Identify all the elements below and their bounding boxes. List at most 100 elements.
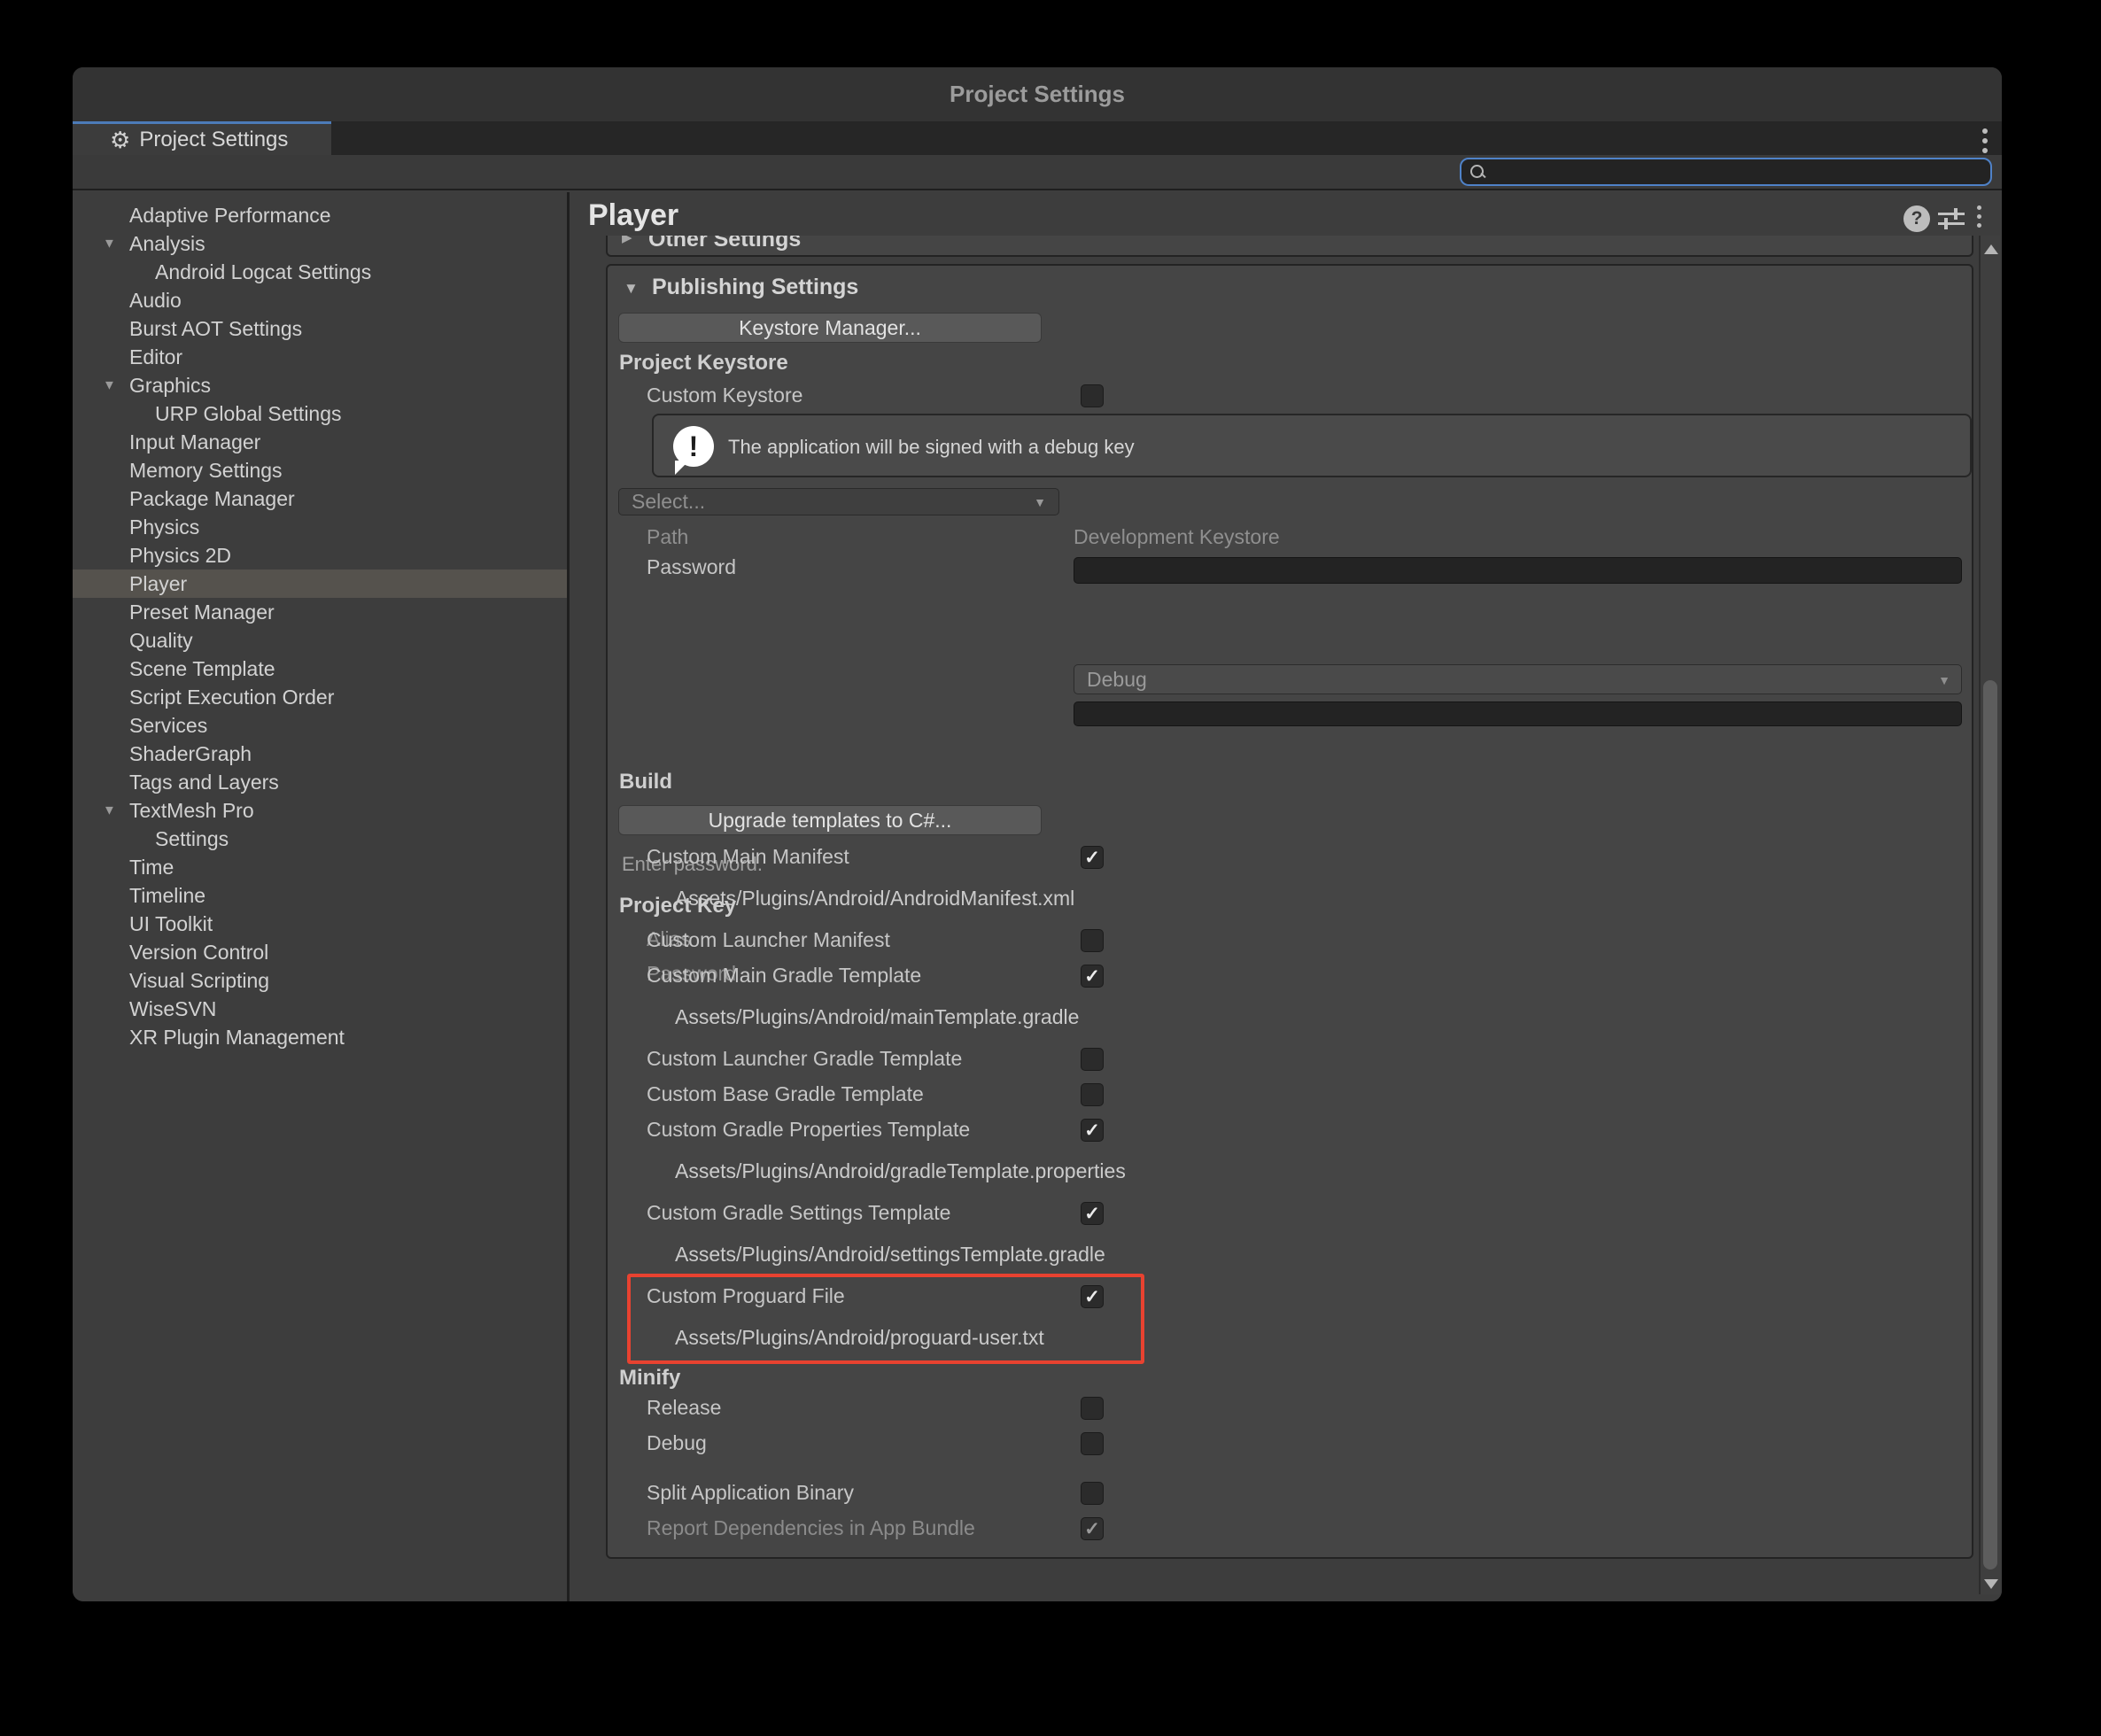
sidebar-item-version-control[interactable]: Version Control xyxy=(73,938,567,966)
keystore-select-dropdown[interactable]: Select... ▼ xyxy=(618,488,1059,515)
sidebar-item-scene-template[interactable]: Scene Template xyxy=(73,655,567,683)
vertical-scrollbar[interactable] xyxy=(1979,236,2000,1594)
help-icon[interactable]: ? xyxy=(1903,205,1930,232)
chevron-down-icon: ▼ xyxy=(1938,673,1950,687)
asset-path-row: Assets/Plugins/Android/proguard-user.txt xyxy=(608,1321,1970,1356)
sidebar-item-label: XR Plugin Management xyxy=(129,1026,345,1050)
setting-label: Custom Base Gradle Template xyxy=(647,1082,924,1106)
sidebar-item-physics-2d[interactable]: Physics 2D xyxy=(73,541,567,570)
custom-keystore-checkbox[interactable] xyxy=(1081,384,1104,407)
sidebar-item-label: UI Toolkit xyxy=(129,912,213,936)
setting-label: Custom Gradle Settings Template xyxy=(647,1201,950,1225)
kebab-menu-icon[interactable] xyxy=(1977,205,1981,228)
foldout-open-icon[interactable]: ▼ xyxy=(103,803,116,818)
checkbox-split-application-binary[interactable] xyxy=(1081,1482,1104,1505)
section-header: Other Settings xyxy=(648,236,801,252)
other-settings-section[interactable]: ▶ Other Settings xyxy=(606,236,1973,257)
alias-dropdown[interactable]: Debug ▼ xyxy=(1074,664,1962,694)
sidebar-item-services[interactable]: Services xyxy=(73,711,567,740)
checkbox-custom-gradle-properties-template[interactable] xyxy=(1081,1119,1104,1142)
scrollbar-thumb[interactable] xyxy=(1983,680,1997,1569)
window-titlebar[interactable]: Project Settings xyxy=(73,67,2002,121)
foldout-closed-icon[interactable]: ▶ xyxy=(622,236,632,245)
sidebar-item-ui-toolkit[interactable]: UI Toolkit xyxy=(73,910,567,938)
build-header: Build xyxy=(619,770,672,794)
tab-project-settings[interactable]: ⚙ Project Settings xyxy=(73,121,331,155)
tab-label: Project Settings xyxy=(139,128,288,152)
asset-path: Assets/Plugins/Android/mainTemplate.grad… xyxy=(675,1005,1079,1029)
sidebar-item-input-manager[interactable]: Input Manager xyxy=(73,428,567,456)
checkbox-custom-main-gradle-template[interactable] xyxy=(1081,965,1104,988)
setting-label: Report Dependencies in App Bundle xyxy=(647,1516,975,1540)
foldout-open-icon[interactable]: ▼ xyxy=(103,236,116,252)
search-icon xyxy=(1470,165,1485,179)
upgrade-templates-button[interactable]: Upgrade templates to C#... xyxy=(618,805,1042,835)
sidebar-item-memory-settings[interactable]: Memory Settings xyxy=(73,456,567,484)
sidebar-item-burst-aot-settings[interactable]: Burst AOT Settings xyxy=(73,314,567,343)
setting-label: Custom Main Manifest xyxy=(647,845,849,869)
sidebar-item-label: Physics 2D xyxy=(129,544,231,568)
path-label: Path xyxy=(647,525,688,549)
sidebar-item-urp-global-settings[interactable]: URP Global Settings xyxy=(73,399,567,428)
sidebar-item-label: Physics xyxy=(129,515,199,539)
asset-path: Assets/Plugins/Android/proguard-user.txt xyxy=(675,1326,1044,1350)
checkbox-report-dependencies-in-app-bundle xyxy=(1081,1517,1104,1540)
sidebar-item-timeline[interactable]: Timeline xyxy=(73,881,567,910)
key-password-field[interactable] xyxy=(1074,701,1962,726)
setting-label: Split Application Binary xyxy=(647,1481,854,1505)
sidebar-item-label: Analysis xyxy=(129,232,205,256)
sidebar-item-label: Editor xyxy=(129,345,182,369)
checkbox-debug[interactable] xyxy=(1081,1432,1104,1455)
sidebar-item-label: Adaptive Performance xyxy=(129,204,331,228)
sidebar-item-tags-and-layers[interactable]: Tags and Layers xyxy=(73,768,567,796)
checkbox-custom-gradle-settings-template[interactable] xyxy=(1081,1202,1104,1225)
sidebar-item-wisesvn[interactable]: WiseSVN xyxy=(73,995,567,1023)
sidebar-item-label: Services xyxy=(129,714,207,738)
sidebar-item-preset-manager[interactable]: Preset Manager xyxy=(73,598,567,626)
checkbox-custom-launcher-gradle-template[interactable] xyxy=(1081,1048,1104,1071)
checkbox-custom-launcher-manifest[interactable] xyxy=(1081,929,1104,952)
checkbox-custom-main-manifest[interactable] xyxy=(1081,846,1104,869)
preset-sliders-icon[interactable] xyxy=(1938,205,1965,232)
search-input[interactable] xyxy=(1492,159,1983,184)
sidebar-list: Adaptive Performance ▼ AnalysisAndroid Log… xyxy=(73,201,567,1051)
sidebar-item-editor[interactable]: Editor xyxy=(73,343,567,371)
dropdown-value: Select... xyxy=(632,489,705,515)
sidebar-item-shadergraph[interactable]: ShaderGraph xyxy=(73,740,567,768)
sidebar-item-settings[interactable]: Settings xyxy=(73,825,567,853)
setting-row-split-application-binary: Split Application Binary xyxy=(608,1476,1970,1511)
sidebar-item-script-execution-order[interactable]: Script Execution Order xyxy=(73,683,567,711)
foldout-open-icon[interactable]: ▼ xyxy=(624,280,639,298)
keystore-password-field[interactable] xyxy=(1074,557,1962,584)
sidebar-item-android-logcat-settings[interactable]: Android Logcat Settings xyxy=(73,258,567,286)
sidebar-item-visual-scripting[interactable]: Visual Scripting xyxy=(73,966,567,995)
scroll-up-icon[interactable] xyxy=(1984,244,1998,254)
sidebar-item-player[interactable]: Player xyxy=(73,570,567,598)
keystore-manager-button[interactable]: Keystore Manager... xyxy=(618,313,1042,343)
asset-path-row: Assets/Plugins/Android/gradleTemplate.pr… xyxy=(608,1154,1970,1190)
sidebar-item-graphics[interactable]: ▼Graphics xyxy=(73,371,567,399)
sidebar-item-package-manager[interactable]: Package Manager xyxy=(73,484,567,513)
checkbox-release[interactable] xyxy=(1081,1397,1104,1420)
sidebar-item-xr-plugin-management[interactable]: XR Plugin Management xyxy=(73,1023,567,1051)
sidebar-item-textmesh-pro[interactable]: ▼TextMesh Pro xyxy=(73,796,567,825)
setting-row-custom-launcher-gradle-template: Custom Launcher Gradle Template xyxy=(608,1042,1970,1077)
sidebar-item-time[interactable]: Time xyxy=(73,853,567,881)
sidebar-item-adaptive-performance[interactable]: Adaptive Performance xyxy=(73,201,567,229)
sidebar-item-label: URP Global Settings xyxy=(155,402,342,426)
foldout-open-icon[interactable]: ▼ xyxy=(103,378,116,393)
sidebar-item-label: WiseSVN xyxy=(129,997,216,1021)
sidebar-item-analysis[interactable]: ▼ Analysis xyxy=(73,229,567,258)
scroll-down-icon[interactable] xyxy=(1984,1579,1998,1589)
sidebar-item-label: Timeline xyxy=(129,884,205,908)
sidebar-item-audio[interactable]: Audio xyxy=(73,286,567,314)
setting-label: Custom Gradle Properties Template xyxy=(647,1118,970,1142)
sidebar-item-label: Quality xyxy=(129,629,193,653)
checkbox-custom-base-gradle-template[interactable] xyxy=(1081,1083,1104,1106)
sidebar-item-quality[interactable]: Quality xyxy=(73,626,567,655)
sidebar-item-physics[interactable]: Physics xyxy=(73,513,567,541)
setting-row-custom-main-gradle-template: Custom Main Gradle Template xyxy=(608,958,1970,994)
search-box[interactable] xyxy=(1460,158,1992,186)
kebab-menu-icon[interactable] xyxy=(1982,128,1988,153)
checkbox-custom-proguard-file[interactable] xyxy=(1081,1285,1104,1308)
